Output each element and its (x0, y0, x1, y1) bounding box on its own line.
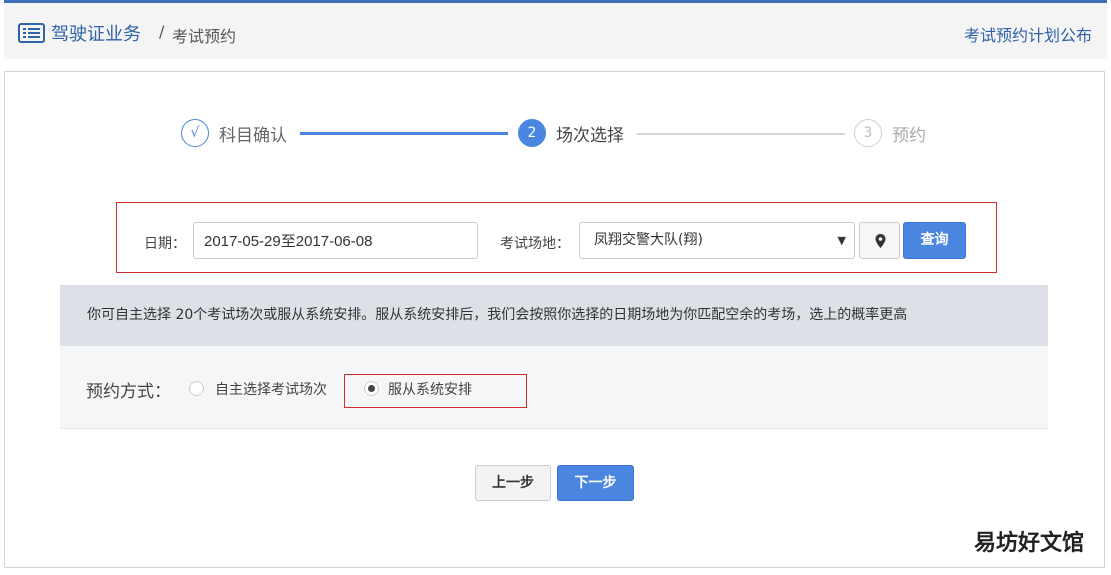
self-select-option-label[interactable]: 自主选择考试场次 (215, 379, 327, 399)
system-arrange-radio[interactable] (364, 381, 379, 396)
notice-text: 你可自主选择 20个考试场次或服从系统安排。服从系统安排后，我们会按照你选择的日… (60, 285, 1048, 346)
query-button[interactable]: 查询 (903, 222, 966, 259)
step-connector-done (300, 132, 508, 135)
step-connector-pending (637, 133, 845, 135)
step-3-label: 预约 (892, 126, 926, 146)
exam-plan-link[interactable]: 考试预约计划公布 (964, 22, 1092, 46)
caret-down-icon: ▼ (837, 234, 846, 247)
breadcrumb-current: 考试预约 (172, 27, 237, 46)
system-arrange-option-label[interactable]: 服从系统安排 (388, 379, 472, 399)
step-2-label: 场次选择 (556, 126, 624, 146)
map-pin-icon (875, 234, 886, 248)
venue-select-value: 凤翔交警大队(翔) (594, 232, 703, 248)
date-label: 日期： (144, 236, 186, 252)
watermark: 易坊好文馆 (973, 531, 1084, 556)
page-header: 驾驶证业务 / 考试预约 考试预约计划公布 (4, 3, 1107, 59)
self-select-radio[interactable] (189, 381, 204, 396)
breadcrumb-separator: / (159, 22, 165, 41)
step-1-label: 科目确认 (219, 126, 287, 146)
prev-step-button[interactable]: 上一步 (475, 465, 551, 501)
reservation-mode-label: 预约方式： (86, 382, 171, 402)
brand-title[interactable]: 驾驶证业务 (51, 20, 141, 46)
main-panel: √ 科目确认 2 场次选择 3 预约 日期： 考试场地： 凤翔交警大队(翔) ▼… (4, 71, 1105, 568)
map-location-button[interactable] (859, 222, 900, 259)
step-1-check-icon: √ (181, 119, 209, 147)
filter-box-highlight: 日期： 考试场地： 凤翔交警大队(翔) ▼ 查询 (116, 202, 997, 273)
list-icon (18, 23, 45, 43)
next-step-button[interactable]: 下一步 (557, 465, 634, 501)
step-2-marker: 2 (518, 119, 546, 147)
date-range-input[interactable] (193, 222, 478, 259)
venue-label: 考试场地： (500, 236, 570, 252)
reservation-mode-area: 预约方式： 自主选择考试场次 服从系统安排 (60, 346, 1048, 429)
venue-select[interactable]: 凤翔交警大队(翔) ▼ (579, 222, 855, 259)
step-3-marker: 3 (854, 119, 882, 147)
